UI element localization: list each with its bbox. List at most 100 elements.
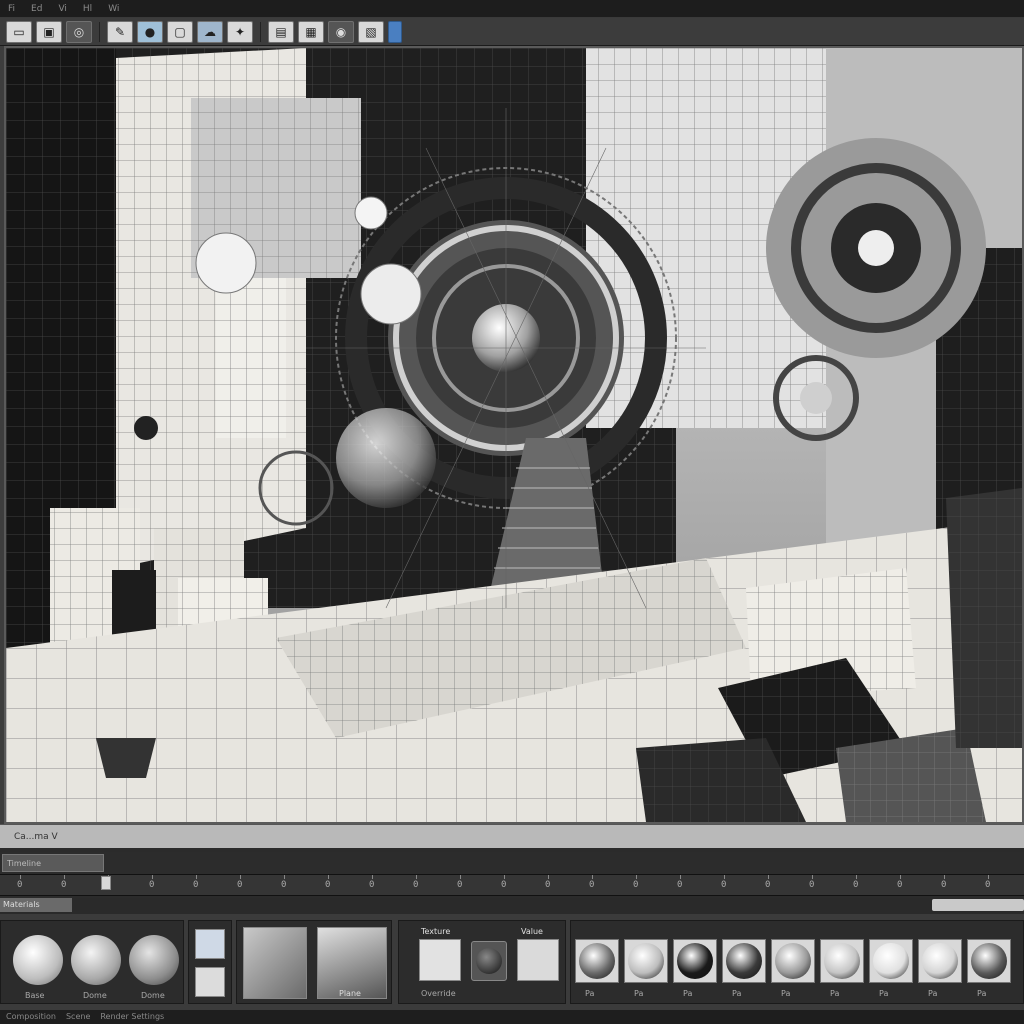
menu-help[interactable]: Hl xyxy=(83,4,92,14)
panel-scrollbar[interactable] xyxy=(932,899,1024,911)
toolbar-divider xyxy=(99,21,100,42)
ruler-tick-label: 0 xyxy=(61,880,67,890)
ruler-tick-label: 0 xyxy=(853,880,859,890)
ruler-tick-mark xyxy=(20,875,21,879)
sphere-icon[interactable]: ● xyxy=(137,20,163,43)
menu-edit[interactable]: Ed xyxy=(31,4,42,14)
material-ball-icon xyxy=(677,943,713,979)
image-icon[interactable]: ▤ xyxy=(268,20,294,43)
material-swatch[interactable] xyxy=(869,939,913,983)
ruler-tick-mark xyxy=(768,875,769,879)
ruler-tick-mark xyxy=(812,875,813,879)
ruler-tick-label: 0 xyxy=(677,880,683,890)
bottom-tab-bar: Composition Scene Render Settings xyxy=(0,1010,1024,1024)
material-ball-icon xyxy=(628,943,664,979)
ruler-tick-label: 0 xyxy=(193,880,199,890)
ruler-tick-mark xyxy=(240,875,241,879)
material-label: Pa xyxy=(585,989,595,998)
material-swatch[interactable] xyxy=(575,939,619,983)
texture-slot-group xyxy=(188,920,232,1004)
texture-slot-top[interactable] xyxy=(195,929,225,959)
ruler-tick-mark xyxy=(636,875,637,879)
timeline-header: Timeline xyxy=(0,852,1024,874)
circle-tool-icon[interactable]: ◎ xyxy=(66,20,92,43)
ruler-tick-label: 0 xyxy=(369,880,375,890)
editor-swatch-a[interactable] xyxy=(419,939,461,981)
menu-window[interactable]: Wi xyxy=(108,4,119,14)
viewport-status-bar: Ca...ma V xyxy=(0,824,1024,848)
ruler-tick-label: 0 xyxy=(325,880,331,890)
layers-icon[interactable]: ▧ xyxy=(358,20,384,43)
ruler-tick-label: 0 xyxy=(721,880,727,890)
main-toolbar: ▭ ▣ ◎ ✎ ● ▢ ☁ ✦ ▤ ▦ ◉ ▧ xyxy=(0,18,1024,46)
bottom-tab[interactable]: Render Settings xyxy=(100,1010,164,1024)
bottom-tab[interactable]: Scene xyxy=(66,1010,90,1024)
material-ball-icon xyxy=(579,943,615,979)
ruler-tick-mark xyxy=(372,875,373,879)
stair-shape-thumb[interactable] xyxy=(243,927,307,999)
preset-label: Dome xyxy=(141,991,165,1000)
playhead-handle[interactable] xyxy=(101,876,111,890)
material-editor: Texture Value Override xyxy=(398,920,566,1004)
shape-group: Plane xyxy=(236,920,392,1004)
texture-slot-bottom[interactable] xyxy=(195,967,225,997)
bottom-tab[interactable]: Composition xyxy=(6,1010,56,1024)
preset-sphere-base[interactable] xyxy=(13,935,63,985)
render-icon[interactable]: ◉ xyxy=(328,20,354,43)
cloud-icon[interactable]: ☁ xyxy=(197,20,223,43)
material-ball-icon xyxy=(824,943,860,979)
shape-label: Plane xyxy=(339,989,361,998)
ruler-tick-label: 0 xyxy=(413,880,419,890)
material-ball-icon xyxy=(726,943,762,979)
preset-label: Dome xyxy=(83,991,107,1000)
editor-knob[interactable] xyxy=(471,941,507,981)
viewport-render xyxy=(6,48,1022,822)
ruler-tick-mark xyxy=(460,875,461,879)
preset-sphere-dome-2[interactable] xyxy=(129,935,179,985)
ruler-tick-label: 0 xyxy=(545,880,551,890)
material-label: Pa xyxy=(781,989,791,998)
camera-label[interactable]: Ca...ma V xyxy=(14,832,58,842)
toggle-panel-icon[interactable] xyxy=(388,20,402,43)
ruler-tick-label: 0 xyxy=(589,880,595,890)
edit-icon[interactable]: ✎ xyxy=(107,20,133,43)
ruler-tick-mark xyxy=(152,875,153,879)
material-library: Pa Pa Pa Pa Pa Pa Pa Pa Pa xyxy=(570,920,1024,1004)
grid-icon[interactable]: ▦ xyxy=(298,20,324,43)
material-swatch[interactable] xyxy=(624,939,668,983)
menu-file[interactable]: Fi xyxy=(8,4,15,14)
new-file-icon[interactable]: ▭ xyxy=(6,20,32,43)
ruler-tick-label: 0 xyxy=(633,880,639,890)
material-swatch[interactable] xyxy=(820,939,864,983)
ruler-tick-label: 0 xyxy=(281,880,287,890)
material-ball-icon xyxy=(971,943,1007,979)
editor-swatch-b[interactable] xyxy=(517,939,559,981)
ruler-tick-mark xyxy=(592,875,593,879)
material-ball-icon xyxy=(873,943,909,979)
ruler-tick-mark xyxy=(548,875,549,879)
ruler-tick-label: 0 xyxy=(941,880,947,890)
menu-view[interactable]: Vi xyxy=(58,4,66,14)
ruler-tick-label: 0 xyxy=(985,880,991,890)
ruler-tick-mark xyxy=(196,875,197,879)
preset-sphere-dome[interactable] xyxy=(71,935,121,985)
toolbar-divider xyxy=(260,21,261,42)
timeline-ruler[interactable]: 00000000000000000000000 xyxy=(0,874,1024,896)
material-swatch[interactable] xyxy=(673,939,717,983)
ruler-tick-label: 0 xyxy=(237,880,243,890)
preset-label: Base xyxy=(25,991,45,1000)
menu-bar: Fi Ed Vi Hl Wi xyxy=(0,0,1024,18)
open-file-icon[interactable]: ▣ xyxy=(36,20,62,43)
3d-viewport[interactable] xyxy=(4,46,1024,824)
sculpt-icon[interactable]: ✦ xyxy=(227,20,253,43)
material-swatch[interactable] xyxy=(771,939,815,983)
ruler-tick-label: 0 xyxy=(149,880,155,890)
material-swatch[interactable] xyxy=(967,939,1011,983)
material-swatch[interactable] xyxy=(722,939,766,983)
material-swatch[interactable] xyxy=(918,939,962,983)
ruler-tick-mark xyxy=(900,875,901,879)
preset-group: Base Dome Dome xyxy=(0,920,184,1004)
ruler-tick-mark xyxy=(680,875,681,879)
cube-icon[interactable]: ▢ xyxy=(167,20,193,43)
ruler-tick-mark xyxy=(416,875,417,879)
